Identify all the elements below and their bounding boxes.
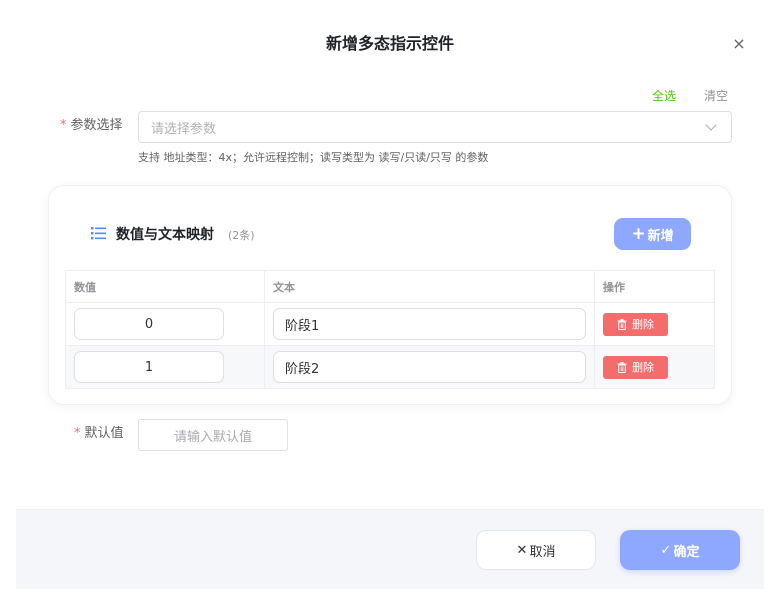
default-value-label-text: 默认值 (84, 426, 124, 441)
check-icon: ✓ (660, 542, 672, 558)
close-icon[interactable]: × (732, 34, 745, 53)
close-icon: ✕ (516, 542, 528, 558)
value-input[interactable]: 1 (74, 351, 224, 383)
text-input[interactable]: 阶段1 (273, 308, 586, 340)
cancel-button-label: 取消 (529, 544, 556, 560)
mapping-count: (2条) (228, 229, 255, 242)
add-button-label: 新增 (647, 228, 674, 244)
param-select-placeholder: 请选择参数 (151, 121, 217, 137)
param-select-label-text: 参数选择 (70, 118, 123, 133)
column-header-text: 文本 (265, 271, 595, 302)
trash-icon (617, 361, 627, 373)
param-select-label: * 参数选择 (60, 110, 123, 142)
value-cell: 0 (66, 303, 265, 345)
value-cell: 1 (66, 346, 265, 388)
select-all-link[interactable]: 全选 (652, 87, 676, 104)
delete-button[interactable]: 删除 (603, 312, 668, 336)
clear-link[interactable]: 清空 (704, 87, 728, 104)
table-row: 1 阶段2 删除 (66, 346, 714, 388)
close-button[interactable]: × (726, 30, 752, 56)
table-header: 数值 文本 操作 (66, 271, 714, 303)
param-select[interactable]: 请选择参数 (138, 111, 732, 143)
value-input[interactable]: 0 (74, 308, 224, 340)
action-cell: 删除 (595, 303, 714, 345)
list-icon (91, 227, 106, 240)
confirm-button-label: 确定 (673, 544, 700, 560)
chevron-down-icon (705, 119, 717, 131)
param-hint: 支持 地址类型：4x；允许远程控制；读写类型为 读写/只读/只写 的参数 (138, 151, 489, 164)
default-value-input[interactable]: 请输入默认值 (138, 419, 288, 451)
column-header-value: 数值 (66, 271, 265, 302)
trash-icon (617, 318, 627, 330)
add-mapping-button[interactable]: + 新增 (614, 218, 691, 250)
delete-button[interactable]: 删除 (603, 355, 668, 379)
mapping-table: 数值 文本 操作 0 阶段1 删除 1 阶段2 删除 (65, 270, 715, 389)
delete-button-label: 删除 (632, 361, 654, 374)
text-cell: 阶段1 (265, 303, 595, 345)
delete-button-label: 删除 (632, 318, 654, 331)
plus-icon: + (631, 223, 646, 244)
action-cell: 删除 (595, 346, 714, 388)
required-mark: * (60, 118, 67, 133)
column-header-action: 操作 (603, 280, 625, 294)
mapping-title: 数值与文本映射 (116, 227, 214, 243)
required-mark: * (74, 426, 81, 441)
cancel-button[interactable]: ✕ 取消 (476, 530, 596, 570)
dialog-title: 新增多态指示控件 (325, 34, 454, 53)
confirm-button[interactable]: ✓ 确定 (620, 530, 740, 570)
default-value-label: * 默认值 (74, 418, 124, 450)
text-cell: 阶段2 (265, 346, 595, 388)
table-row: 0 阶段1 删除 (66, 303, 714, 346)
text-input[interactable]: 阶段2 (273, 351, 586, 383)
